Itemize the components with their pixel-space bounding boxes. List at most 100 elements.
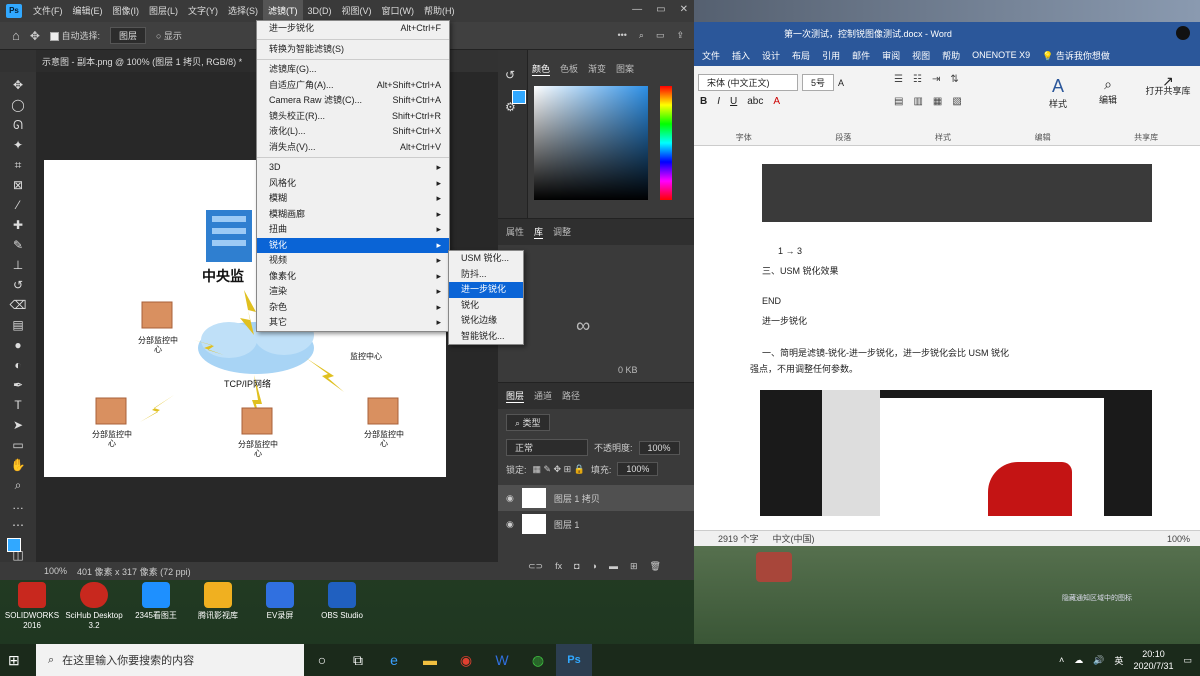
tell-me-search[interactable]: 💡 告诉我你想做: [1042, 49, 1110, 62]
underline-button[interactable]: U: [730, 96, 737, 107]
auto-select-dropdown[interactable]: 图层: [109, 27, 146, 44]
foreground-color[interactable]: [7, 538, 21, 552]
tab-gradients[interactable]: 渐变: [588, 62, 606, 76]
menu-item[interactable]: 滤镜库(G)...: [257, 62, 449, 78]
menu-layer[interactable]: 图层(L): [144, 0, 183, 22]
move-tool-icon[interactable]: ✥: [9, 78, 27, 92]
menu-select[interactable]: 选择(S): [223, 0, 263, 22]
share-icon[interactable]: ⇪: [676, 30, 684, 41]
eraser-tool-icon[interactable]: ⌫: [9, 298, 27, 312]
opacity-input[interactable]: 100%: [638, 440, 680, 455]
tab-layout[interactable]: 布局: [792, 49, 810, 62]
link-icon[interactable]: ⊂⊃: [528, 561, 543, 572]
tab-patterns[interactable]: 图案: [616, 62, 634, 76]
status-zoom[interactable]: 100%: [44, 566, 67, 576]
menu-item-sharpen-edges[interactable]: 锐化边缘: [449, 313, 523, 329]
submenu-blur-gallery[interactable]: 模糊画廊 ▸: [257, 207, 449, 223]
submenu-other[interactable]: 其它 ▸: [257, 315, 449, 331]
history-brush-icon[interactable]: ↺: [9, 278, 27, 292]
font-name-select[interactable]: 宋体 (中文正文): [698, 74, 798, 91]
network-icon[interactable]: ☁: [1074, 655, 1083, 666]
tab-mailings[interactable]: 邮件: [852, 49, 870, 62]
task-view-icon[interactable]: ⧉: [340, 644, 376, 676]
minimize-icon[interactable]: —: [632, 4, 642, 15]
desktop-icon-2345[interactable]: 2345看图王: [126, 582, 186, 631]
menu-item[interactable]: 镜头校正(R)... Shift+Ctrl+R: [257, 109, 449, 125]
sort-icon[interactable]: ⇅: [950, 74, 958, 85]
numbering-icon[interactable]: ☷: [913, 74, 922, 85]
tab-paths[interactable]: 路径: [562, 389, 580, 403]
tab-references[interactable]: 引用: [822, 49, 840, 62]
eye-icon[interactable]: ◉: [506, 519, 514, 530]
word-document[interactable]: 1 → 3 三、USM 锐化效果 END 进一步锐化 一、简明是滤镜-锐化-进一…: [694, 146, 1200, 530]
submenu-video[interactable]: 视频 ▸: [257, 253, 449, 269]
editing-button[interactable]: ⌕ 编辑: [1090, 76, 1126, 106]
brush-tool-icon[interactable]: ✎: [9, 238, 27, 252]
taskbar-search[interactable]: ⌕ 在这里输入你要搜索的内容: [36, 644, 304, 676]
ime-indicator[interactable]: 英: [1114, 654, 1123, 667]
submenu-sharpen[interactable]: 锐化 ▸: [257, 237, 449, 253]
wechat-icon[interactable]: ◍: [520, 644, 556, 676]
clock[interactable]: 20:10 2020/7/31: [1133, 648, 1173, 672]
frame-tool-icon[interactable]: ⊠: [9, 178, 27, 192]
submenu-blur[interactable]: 模糊 ▸: [257, 191, 449, 207]
hand-tool-icon[interactable]: ✋: [9, 458, 27, 472]
submenu-3d[interactable]: 3D ▸: [257, 160, 449, 176]
chrome-icon[interactable]: ◉: [448, 644, 484, 676]
tab-layers[interactable]: 图层: [506, 389, 525, 403]
menu-filter[interactable]: 滤镜(T): [263, 0, 303, 22]
menu-type[interactable]: 文字(Y): [183, 0, 223, 22]
dodge-tool-icon[interactable]: ◐: [9, 358, 27, 372]
menu-item-shake-reduction[interactable]: 防抖...: [449, 267, 523, 283]
fg-color-swatch[interactable]: [512, 90, 526, 104]
menu-item-sharpen[interactable]: 锐化: [449, 298, 523, 314]
tab-insert[interactable]: 插入: [732, 49, 750, 62]
file-explorer-icon[interactable]: ▬: [412, 644, 448, 676]
tab-color[interactable]: 颜色: [532, 62, 551, 76]
hue-slider[interactable]: [660, 86, 672, 200]
eyedropper-icon[interactable]: ⁄: [9, 198, 27, 212]
stamp-tool-icon[interactable]: ⊥: [9, 258, 27, 272]
menu-help[interactable]: 帮助(H): [419, 0, 460, 22]
word-taskbar-icon[interactable]: W: [484, 644, 520, 676]
magic-wand-icon[interactable]: ✦: [9, 138, 27, 152]
styles-button[interactable]: A 样式: [1038, 76, 1078, 110]
close-icon[interactable]: ✕: [680, 4, 688, 15]
italic-button[interactable]: I: [717, 96, 720, 107]
group-icon[interactable]: ▬: [609, 561, 618, 572]
menu-item[interactable]: 液化(L)... Shift+Ctrl+X: [257, 124, 449, 140]
show-transform-checkbox[interactable]: ○ 显示: [156, 29, 182, 42]
font-color-button[interactable]: A: [773, 96, 780, 107]
fx-icon[interactable]: fx: [555, 561, 562, 572]
layer-row[interactable]: ◉ 图层 1 拷贝: [498, 485, 694, 511]
layer-name[interactable]: 图层 1: [554, 518, 580, 531]
mask-icon[interactable]: ◘: [574, 561, 579, 572]
photoshop-taskbar-icon[interactable]: Ps: [556, 644, 592, 676]
menu-edit[interactable]: 编辑(E): [68, 0, 108, 22]
search-icon[interactable]: ⌕: [639, 30, 644, 41]
avatar[interactable]: [1176, 26, 1190, 40]
strikethrough-button[interactable]: abc: [747, 96, 763, 107]
menu-item[interactable]: 消失点(V)... Alt+Ctrl+V: [257, 140, 449, 156]
justify-icon[interactable]: ▧: [952, 96, 961, 107]
new-layer-icon[interactable]: ⊞: [630, 561, 638, 572]
pen-tool-icon[interactable]: ✒: [9, 378, 27, 392]
menu-item-usm[interactable]: USM 锐化...: [449, 251, 523, 267]
tab-onenote[interactable]: ONENOTE X9: [972, 50, 1030, 60]
more-tools-icon[interactable]: …: [9, 498, 27, 512]
tab-design[interactable]: 设计: [762, 49, 780, 62]
bullets-icon[interactable]: ☰: [894, 74, 903, 85]
marquee-tool-icon[interactable]: ◯: [9, 98, 27, 112]
menu-item-sharpen-more[interactable]: 进一步锐化: [449, 282, 523, 298]
submenu-noise[interactable]: 杂色 ▸: [257, 300, 449, 316]
submenu-render[interactable]: 渲染 ▸: [257, 284, 449, 300]
desktop-icon-tencent-video[interactable]: 腾讯影视库: [188, 582, 248, 631]
move-tool-icon[interactable]: ✥: [30, 29, 40, 43]
windows-start-icon[interactable]: ⊞: [8, 652, 20, 669]
gradient-tool-icon[interactable]: ▤: [9, 318, 27, 332]
menu-item[interactable]: 自适应广角(A)... Alt+Shift+Ctrl+A: [257, 78, 449, 94]
volume-icon[interactable]: 🔊: [1093, 655, 1104, 666]
desktop-icon-scihub[interactable]: SciHub Desktop 3.2: [64, 582, 124, 631]
layer-row[interactable]: ◉ 图层 1: [498, 511, 694, 537]
menu-item[interactable]: 转换为智能滤镜(S): [257, 42, 449, 58]
